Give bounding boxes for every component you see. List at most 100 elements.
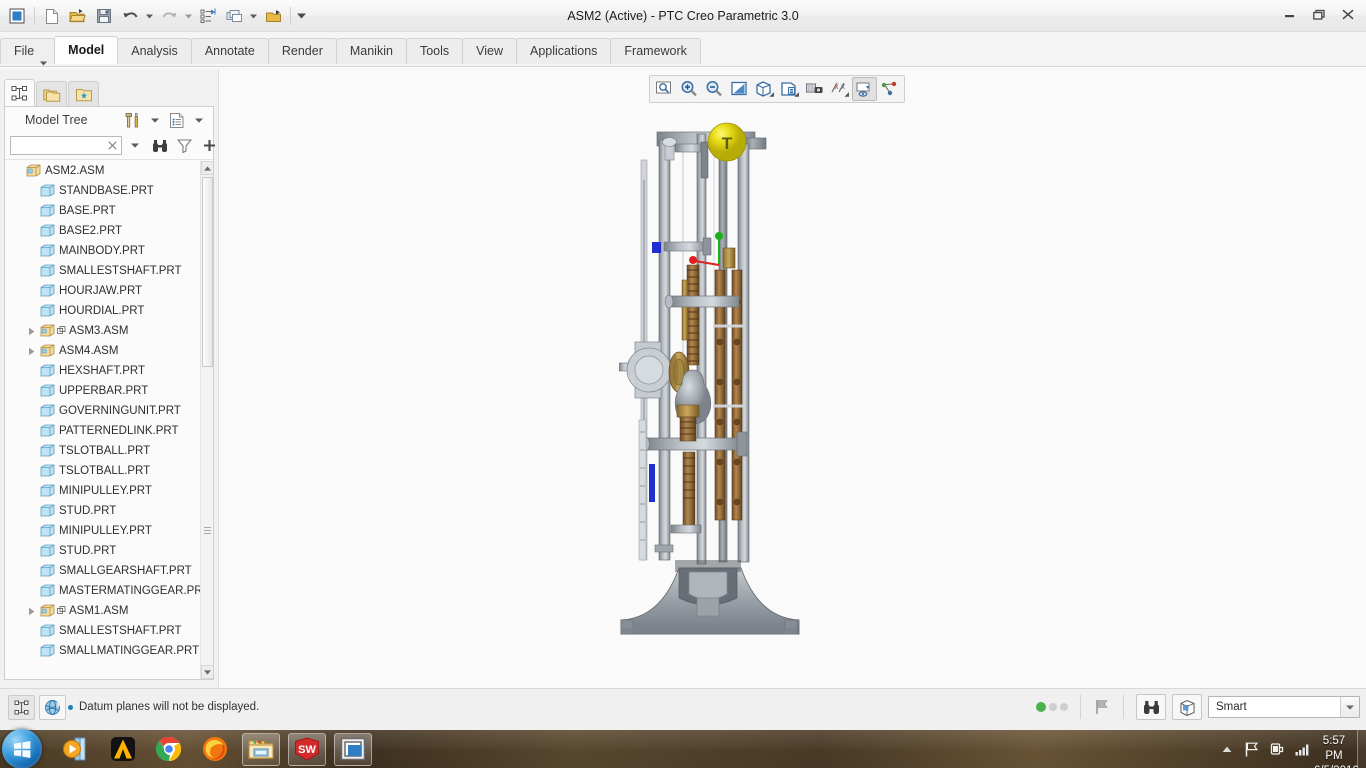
model-tree-toggle[interactable] xyxy=(8,695,35,720)
show-desktop-button[interactable] xyxy=(1357,730,1366,768)
taskbar-firefox[interactable] xyxy=(196,733,234,766)
tree-item-asm3-asm[interactable]: ASM3.ASM xyxy=(5,321,200,341)
notification-flag-icon[interactable] xyxy=(1093,697,1111,717)
refit-icon[interactable] xyxy=(652,77,677,101)
repaint-icon[interactable] xyxy=(727,77,752,101)
search-history-dropdown-icon[interactable] xyxy=(125,136,144,155)
tree-item-hourdial-prt[interactable]: HOURDIAL.PRT xyxy=(5,301,200,321)
graphics-window[interactable]: ◢ ◢ x x ◢ T xyxy=(218,70,1366,688)
chevron-down-icon[interactable] xyxy=(1340,697,1359,717)
display-style-icon[interactable]: ◢ xyxy=(752,77,777,101)
tree-item-mastermatinggear-prt[interactable]: MASTERMATINGGEAR.PRT xyxy=(5,581,209,601)
model-tree-scrollbar[interactable] xyxy=(200,161,213,679)
tab-view[interactable]: View xyxy=(462,38,517,64)
tree-item-patternedlink-prt[interactable]: PATTERNEDLINK.PRT xyxy=(5,421,200,441)
expand-arrow-icon[interactable] xyxy=(25,341,39,361)
power-plug-icon[interactable] xyxy=(1269,739,1285,759)
network-signal-icon[interactable] xyxy=(1294,739,1310,759)
annotation-display-icon[interactable] xyxy=(852,77,877,101)
taskbar-chrome[interactable] xyxy=(150,733,188,766)
tree-item-minipulley-prt[interactable]: MINIPULLEY.PRT xyxy=(5,521,200,541)
tab-analysis[interactable]: Analysis xyxy=(117,38,192,64)
tree-item-tslotball-prt[interactable]: TSLOTBALL.PRT xyxy=(5,441,200,461)
search-input-wrapper[interactable] xyxy=(10,136,122,155)
scene-camera-icon[interactable] xyxy=(802,77,827,101)
search-input[interactable] xyxy=(11,137,103,154)
tree-item-smallestshaft-prt[interactable]: SMALLESTSHAFT.PRT xyxy=(5,261,200,281)
tab-tools[interactable]: Tools xyxy=(405,38,464,64)
tab-framework[interactable]: Framework xyxy=(610,38,701,64)
close-button[interactable] xyxy=(1333,4,1362,25)
model-display-icon[interactable] xyxy=(1172,694,1202,720)
minimize-button[interactable] xyxy=(1275,4,1304,25)
settings-tools-icon[interactable] xyxy=(123,111,142,130)
tab-render[interactable]: Render xyxy=(267,38,337,64)
tree-item-base-prt[interactable]: BASE.PRT xyxy=(5,201,200,221)
taskbar-solidworks[interactable]: SW xyxy=(288,732,326,766)
favorites-tab[interactable] xyxy=(68,81,99,107)
selection-filter-select[interactable]: Smart xyxy=(1208,696,1360,718)
model-tree-list-container[interactable]: ASM2.ASM STANDBASE.PRT BASE.PRT BASE2.PRT MA… xyxy=(5,161,213,679)
taskbar-clock[interactable]: 5:57 PM 6/5/2016 xyxy=(1314,734,1359,768)
expand-arrow-icon[interactable] xyxy=(25,601,39,621)
zoom-out-icon[interactable] xyxy=(702,77,727,101)
scrollbar-thumb[interactable] xyxy=(202,177,213,367)
find-binoculars-icon[interactable] xyxy=(1136,694,1166,720)
scroll-down-button[interactable] xyxy=(201,665,213,679)
tree-item-governingunit-prt[interactable]: GOVERNINGUNIT.PRT xyxy=(5,401,200,421)
model-tree-tab[interactable] xyxy=(4,79,35,107)
tree-item-smallestshaft-prt[interactable]: SMALLESTSHAFT.PRT xyxy=(5,621,200,641)
tree-item-asm1-asm[interactable]: ASM1.ASM xyxy=(5,601,200,621)
tab-annotate[interactable]: Annotate xyxy=(190,38,269,64)
tab-applications[interactable]: Applications xyxy=(516,38,612,64)
tree-item-base2-prt[interactable]: BASE2.PRT xyxy=(5,221,200,241)
clear-search-icon[interactable] xyxy=(106,139,119,152)
datum-display-icon[interactable]: x x ◢ xyxy=(827,77,852,101)
assembly-icon xyxy=(39,321,56,341)
tree-item-standbase-prt[interactable]: STANDBASE.PRT xyxy=(5,181,200,201)
browser-toggle[interactable] xyxy=(39,695,66,720)
tab-file[interactable]: File xyxy=(0,38,56,66)
tree-item-upperbar-prt[interactable]: UPPERBAR.PRT xyxy=(5,381,200,401)
zoom-in-icon[interactable] xyxy=(677,77,702,101)
display-dropdown-icon[interactable] xyxy=(189,111,208,130)
tree-item-stud-prt[interactable]: STUD.PRT xyxy=(5,501,200,521)
show-hidden-icons[interactable] xyxy=(1219,739,1235,759)
part-icon xyxy=(39,381,56,401)
taskbar-explorer[interactable] xyxy=(242,732,280,766)
tree-item-smallgearshaft-prt[interactable]: SMALLGEARSHAFT.PRT xyxy=(5,561,200,581)
taskbar-media-player[interactable] xyxy=(58,733,96,766)
assembly-model-3d[interactable]: T xyxy=(618,120,879,650)
tree-item-mainbody-prt[interactable]: MAINBODY.PRT xyxy=(5,241,200,261)
saved-orientations-icon[interactable]: ◢ xyxy=(777,77,802,101)
tree-item-label: PATTERNEDLINK.PRT xyxy=(59,425,179,437)
filter-funnel-icon[interactable] xyxy=(175,136,194,155)
action-center-flag-icon[interactable] xyxy=(1244,739,1260,759)
tab-model[interactable]: Model xyxy=(54,36,119,64)
taskbar-avast[interactable] xyxy=(104,733,142,766)
tree-item-asm2-asm[interactable]: ASM2.ASM xyxy=(5,161,200,181)
add-column-icon[interactable] xyxy=(200,136,219,155)
taskbar-creo[interactable] xyxy=(334,732,372,766)
tree-item-hourjaw-prt[interactable]: HOURJAW.PRT xyxy=(5,281,200,301)
tree-item-minipulley-prt[interactable]: MINIPULLEY.PRT xyxy=(5,481,200,501)
tab-render-label: Render xyxy=(281,44,323,58)
tab-manikin[interactable]: Manikin xyxy=(335,38,407,64)
find-binoculars-icon[interactable] xyxy=(150,136,169,155)
tree-item-hexshaft-prt[interactable]: HEXSHAFT.PRT xyxy=(5,361,200,381)
restore-button[interactable] xyxy=(1304,4,1333,25)
display-list-icon[interactable] xyxy=(167,111,186,130)
folder-browser-tab[interactable] xyxy=(36,81,67,107)
tree-item-stud-prt[interactable]: STUD.PRT xyxy=(5,541,200,561)
view-manager-icon[interactable] xyxy=(877,77,902,101)
tree-item-asm4-asm[interactable]: ASM4.ASM xyxy=(5,341,200,361)
tree-item-tslotball-prt[interactable]: TSLOTBALL.PRT xyxy=(5,461,200,481)
expand-arrow-icon[interactable] xyxy=(25,321,39,341)
tree-item-smallmatinggear-prt[interactable]: SMALLMATINGGEAR.PRT xyxy=(5,641,200,661)
scroll-up-button[interactable] xyxy=(201,161,213,175)
settings-dropdown-icon[interactable] xyxy=(145,111,164,130)
start-button[interactable] xyxy=(2,729,42,768)
